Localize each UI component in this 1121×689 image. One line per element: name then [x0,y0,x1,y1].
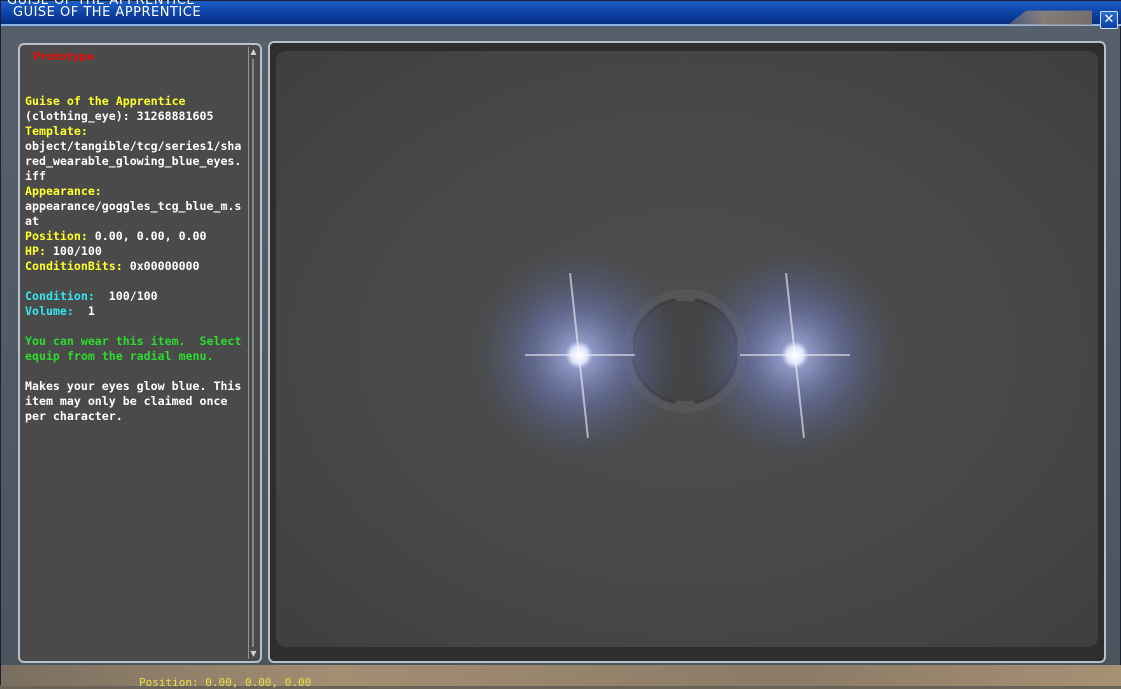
arrow-up-icon[interactable]: ▲ [249,47,258,57]
wear-instructions: You can wear this item. Select equip fro… [25,334,249,363]
arrow-down-icon[interactable]: ▼ [249,649,258,659]
close-icon: ✕ [1103,12,1115,27]
condition-bits-value: 0x00000000 [122,259,200,273]
condition-label: Condition: [25,289,95,303]
template-label: Template: [25,124,88,138]
right-eye-glow [683,243,907,467]
hp-value: 100/100 [45,244,102,258]
volume-label: Volume: [25,304,74,318]
title-bar[interactable]: GUISE OF THE APPRENTICE GUISE OF THE APP… [1,0,1121,26]
condition-bits-label: ConditionBits: [25,259,123,273]
goggles-model [467,243,907,467]
position-value: 0.00, 0.00, 0.00 [87,229,207,243]
item-3d-viewer[interactable] [268,41,1106,663]
close-button[interactable]: ✕ [1100,11,1118,29]
window-title: GUISE OF THE APPRENTICE [13,5,202,20]
prototype-flag: Prototype [33,50,95,63]
condition-value: 100/100 [94,289,158,303]
left-eye-glow [467,243,691,467]
position-label: Position: [25,229,88,243]
item-info-text: Prototype Guise of the Apprentice (clothin… [25,49,243,424]
item-info-panel[interactable]: Prototype Guise of the Apprentice (clothin… [18,43,262,663]
item-name: Guise of the Apprentice [25,94,186,108]
title-decoration [1008,10,1092,25]
item-examine-window: GUISE OF THE APPRENTICE GUISE OF THE APP… [0,0,1121,689]
info-scrollbar[interactable]: ▲ ▼ [248,47,258,659]
template-value: object/tangible/tcg/series1/shared_weara… [25,139,242,183]
item-type-line: (clothing_eye): 31268881605 [25,109,214,123]
item-description: Makes your eyes glow blue. This item may… [25,379,249,423]
appearance-label: Appearance: [25,184,102,198]
background-ghost-text: Position: 0.00, 0.00, 0.00 [139,676,312,689]
hp-label: HP: [25,244,46,258]
volume-value: 1 [73,304,95,318]
scroll-track[interactable] [252,59,254,647]
appearance-value: appearance/goggles_tcg_blue_m.sat [25,199,242,228]
